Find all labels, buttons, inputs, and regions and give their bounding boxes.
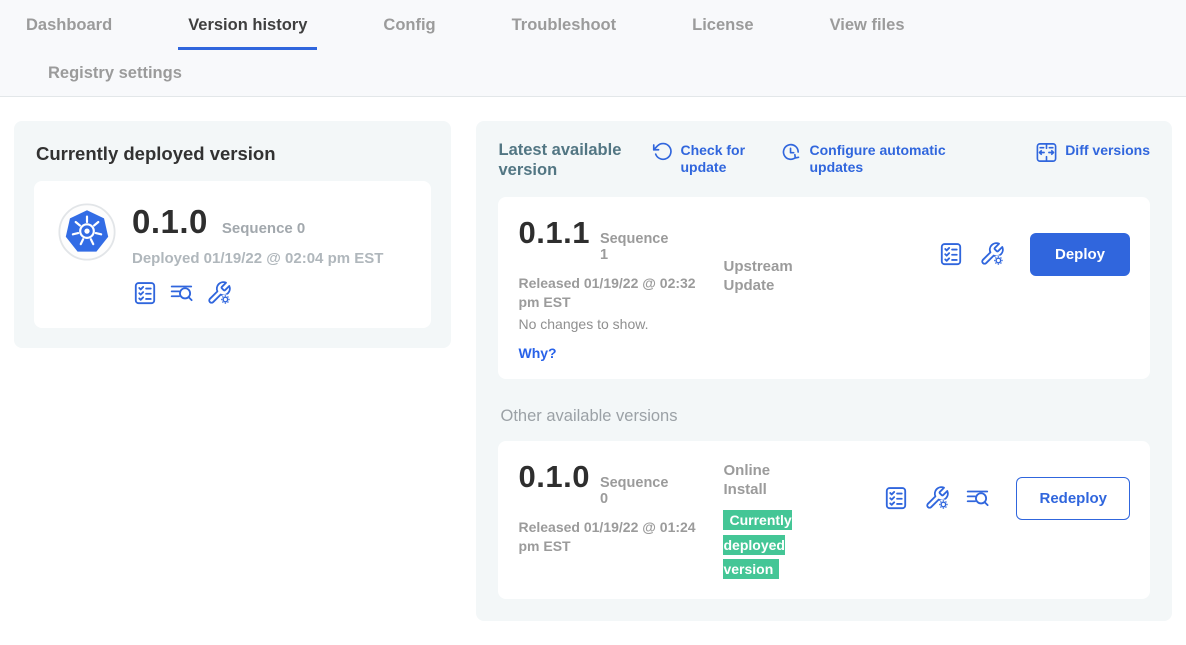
nav-tab-row-1: Dashboard Version history Config Trouble… [16,0,1170,50]
latest-version-number: 0.1.1 [518,215,589,251]
currently-deployed-title: Currently deployed version [36,143,431,165]
other-sequence-label: Sequence 0 [600,475,670,508]
latest-version-actions: Deploy [938,215,1130,276]
preflight-checks-icon[interactable] [883,485,909,511]
latest-available-panel: Latest available version Check for updat… [476,121,1172,621]
other-version-info: 0.1.0 Sequence 0 Released 01/19/22 @ 01:… [518,459,723,556]
latest-available-header: Latest available version Check for updat… [498,141,1150,181]
other-version-number: 0.1.0 [518,459,589,495]
config-icon[interactable] [206,280,232,306]
diff-icon [1035,141,1058,168]
config-icon[interactable] [979,241,1005,267]
deployed-timestamp: Deployed 01/19/22 @ 02:04 pm EST [132,250,383,267]
diff-versions-link[interactable]: Diff versions [1035,141,1150,168]
tab-dashboard[interactable]: Dashboard [16,3,122,50]
preflight-checks-icon[interactable] [132,280,158,306]
check-for-update-label: Check for update [680,141,754,176]
main-content: Currently deployed version 0.1.0 Sequenc… [0,97,1186,645]
auto-update-icon [780,141,802,167]
tab-version-history[interactable]: Version history [178,3,317,50]
currently-deployed-card: 0.1.0 Sequence 0 Deployed 01/19/22 @ 02:… [34,181,431,328]
configure-automatic-updates-link[interactable]: Configure automatic updates [780,141,948,176]
deploy-button[interactable]: Deploy [1030,233,1130,276]
latest-released-timestamp: Released 01/19/22 @ 02:32 pm EST [518,274,698,312]
refresh-icon [652,141,673,166]
deployed-version-info: 0.1.0 Sequence 0 Deployed 01/19/22 @ 02:… [132,203,383,306]
latest-sequence-label: Sequence 1 [600,231,670,264]
no-changes-note: No changes to show. [518,316,1130,332]
other-source-label: Online Install [723,461,813,500]
latest-source-column: Upstream Update [723,215,883,296]
tab-registry-settings[interactable]: Registry settings [38,64,192,83]
deploy-logs-icon[interactable] [965,485,991,511]
kubernetes-logo-icon [58,203,116,266]
deployed-version-number: 0.1.0 [132,203,208,241]
other-version-card: 0.1.0 Sequence 0 Released 01/19/22 @ 01:… [498,441,1150,599]
redeploy-button[interactable]: Redeploy [1016,477,1130,520]
why-link[interactable]: Why? [518,345,556,361]
other-version-actions: Redeploy [883,459,1130,520]
latest-available-title: Latest available version [498,141,626,181]
check-for-update-link[interactable]: Check for update [652,141,754,176]
deployed-sequence-label: Sequence 0 [222,220,305,237]
configure-automatic-updates-label: Configure automatic updates [809,141,948,176]
nav-tab-row-2: Registry settings [16,50,1170,96]
latest-source-label: Upstream Update [723,257,813,296]
deploy-logs-icon[interactable] [169,280,195,306]
tab-troubleshoot[interactable]: Troubleshoot [502,3,627,50]
top-navigation: Dashboard Version history Config Trouble… [0,0,1186,97]
other-source-column: Online Install Currently deployed versio… [723,459,883,583]
currently-deployed-panel: Currently deployed version 0.1.0 Sequenc… [14,121,451,348]
currently-deployed-badge-wrap: Currently deployed version [723,509,811,583]
diff-versions-label: Diff versions [1065,141,1150,159]
preflight-checks-icon[interactable] [938,241,964,267]
other-available-versions-heading: Other available versions [500,407,1148,426]
currently-deployed-badge: Currently deployed version [723,510,791,580]
tab-config[interactable]: Config [373,3,445,50]
latest-version-info: 0.1.1 Sequence 1 Released 01/19/22 @ 02:… [518,215,723,312]
config-icon[interactable] [924,485,950,511]
tab-view-files[interactable]: View files [820,3,915,50]
other-released-timestamp: Released 01/19/22 @ 01:24 pm EST [518,518,698,556]
tab-license[interactable]: License [682,3,763,50]
latest-version-card: 0.1.1 Sequence 1 Released 01/19/22 @ 02:… [498,197,1150,379]
